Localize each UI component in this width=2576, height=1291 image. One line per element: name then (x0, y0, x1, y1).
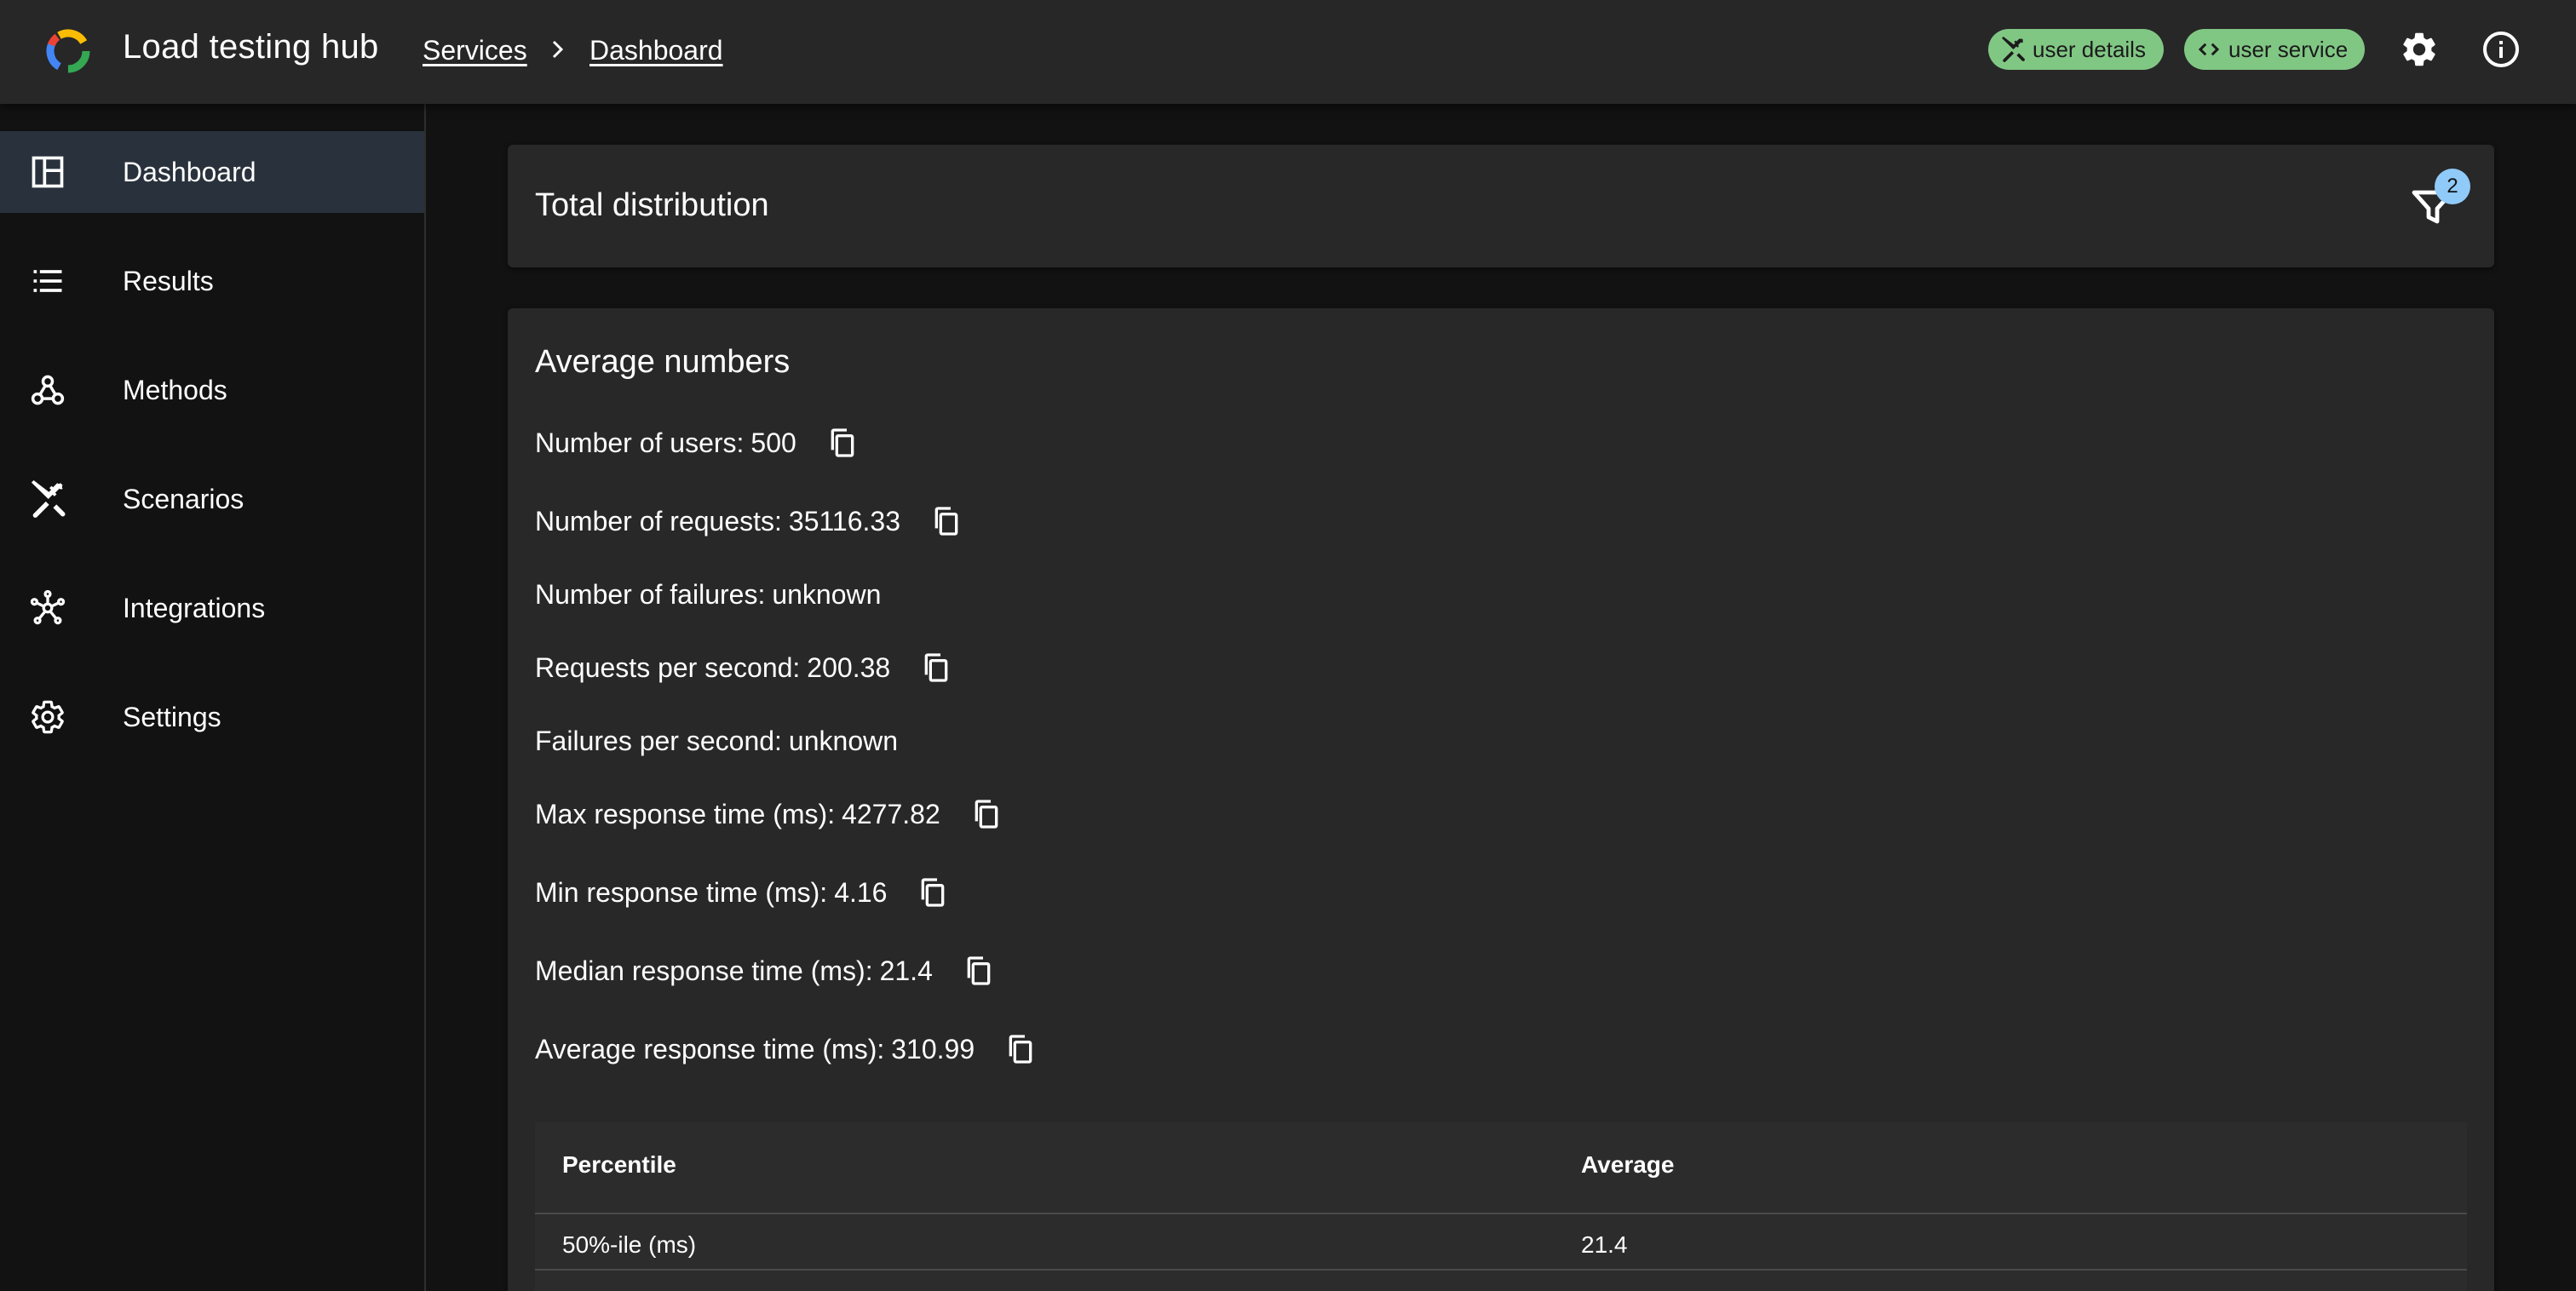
stat-number-of-users: Number of users: 500 (535, 426, 860, 460)
app-bar: Load testing hub Services Dashboard user… (0, 0, 2576, 104)
dashboard-icon (32, 156, 64, 188)
gear-icon (32, 700, 64, 734)
stat-value: 310.99 (891, 1033, 975, 1064)
stat-value: 500 (750, 427, 796, 458)
stat-requests-per-second: Requests per second: 200.38 (535, 651, 953, 685)
stat-max-response-time: Max response time (ms): 4277.82 (535, 797, 1003, 831)
table-cell-average: 21.4 (1581, 1231, 1628, 1258)
stat-label: Failures per second: (535, 725, 782, 756)
stat-label: Number of failures: (535, 578, 766, 610)
breadcrumb-services[interactable]: Services (423, 35, 527, 66)
copy-icon[interactable] (919, 651, 953, 685)
sidebar: Dashboard Results Methods Scenarios Inte… (0, 104, 426, 1291)
tools-icon (2002, 37, 2025, 62)
info-icon[interactable] (2481, 29, 2521, 70)
sidebar-item-settings[interactable]: Settings (0, 676, 424, 758)
copy-icon[interactable] (825, 426, 860, 460)
app-logo-icon[interactable] (44, 27, 92, 75)
stat-label: Number of users: (535, 427, 745, 458)
copy-icon[interactable] (962, 954, 996, 988)
stat-average-response-time: Average response time (ms): 310.99 (535, 1032, 1038, 1066)
stat-value: 200.38 (807, 651, 891, 683)
sidebar-item-label: Dashboard (123, 156, 256, 187)
sidebar-item-label: Scenarios (123, 483, 244, 514)
stat-value: 4277.82 (842, 798, 940, 829)
stat-value: 4.16 (834, 876, 888, 908)
stat-number-of-failures: Number of failures: unknown (535, 577, 881, 611)
stat-number-of-requests: Number of requests: 35116.33 (535, 504, 963, 538)
copy-icon[interactable] (916, 875, 950, 909)
webhook-icon (31, 375, 65, 405)
filter-count-badge: 2 (2435, 169, 2470, 204)
settings-gear-icon[interactable] (2399, 29, 2440, 70)
stat-failures-per-second: Failures per second: unknown (535, 724, 898, 758)
stat-label: Average response time (ms): (535, 1033, 885, 1064)
copy-icon[interactable] (969, 797, 1003, 831)
list-icon (33, 270, 62, 292)
stat-label: Requests per second: (535, 651, 801, 683)
code-icon (2198, 43, 2220, 56)
column-header-average[interactable]: Average (1581, 1151, 1674, 1179)
sidebar-item-label: Settings (123, 701, 221, 732)
sidebar-item-methods[interactable]: Methods (0, 349, 424, 431)
stat-label: Min response time (ms): (535, 876, 828, 908)
stat-value: 21.4 (879, 955, 933, 986)
stat-value: 35116.33 (788, 505, 900, 536)
copy-icon[interactable] (1003, 1032, 1038, 1066)
column-header-percentile[interactable]: Percentile (562, 1151, 676, 1179)
card-title: Total distribution (535, 187, 769, 223)
stat-median-response-time: Median response time (ms): 21.4 (535, 954, 996, 988)
table-divider (535, 1269, 2467, 1271)
sidebar-item-label: Integrations (123, 592, 266, 623)
stat-label: Max response time (ms): (535, 798, 836, 829)
percentile-table: Percentile Average 50%-ile (ms) 21.4 (535, 1122, 2467, 1291)
hub-icon (30, 589, 66, 625)
stat-label: Median response time (ms): (535, 955, 873, 986)
sidebar-item-dashboard[interactable]: Dashboard (0, 131, 424, 213)
chip-label: user details (2033, 36, 2146, 62)
sidebar-item-label: Results (123, 265, 214, 296)
total-distribution-card[interactable]: Total distribution (508, 145, 2494, 267)
chip-label: user service (2228, 36, 2349, 62)
copy-icon[interactable] (929, 504, 963, 538)
table-cell-percentile: 50%-ile (ms) (562, 1231, 697, 1258)
tools-icon (31, 480, 66, 518)
chevron-right-icon (552, 40, 564, 59)
stat-value: unknown (788, 725, 899, 756)
sidebar-item-label: Methods (123, 374, 227, 405)
stat-value: unknown (772, 578, 882, 610)
table-divider (535, 1213, 2467, 1214)
chip-user-details[interactable]: user details (1988, 29, 2164, 70)
app-title: Load testing hub (123, 28, 379, 66)
card-title: Average numbers (535, 344, 791, 380)
sidebar-item-integrations[interactable]: Integrations (0, 567, 424, 649)
sidebar-item-scenarios[interactable]: Scenarios (0, 458, 424, 540)
stat-min-response-time: Min response time (ms): 4.16 (535, 875, 950, 909)
breadcrumb-dashboard[interactable]: Dashboard (589, 35, 723, 66)
chip-user-service[interactable]: user service (2184, 29, 2365, 70)
stat-label: Number of requests: (535, 505, 782, 536)
sidebar-item-results[interactable]: Results (0, 240, 424, 322)
